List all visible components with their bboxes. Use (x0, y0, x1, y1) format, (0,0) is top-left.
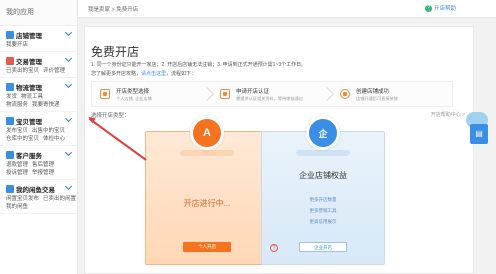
topbar: 我是卖家 > 免费开店 ? 开店帮助 (78, 0, 496, 18)
sidebar-group-store[interactable]: 店铺管理 我要开店 (0, 26, 77, 52)
sidebar-item-sold[interactable]: 已卖出的宝贝 (6, 68, 39, 74)
help-center-link[interactable]: 开店帮助中心 > (431, 111, 465, 118)
sidebar-item-checkup[interactable]: 体检中心 (43, 136, 65, 142)
benefit-item: 更高信用展示 (309, 219, 337, 224)
grid-icon (100, 89, 110, 99)
benefit-item: 更多营销工具 (309, 208, 337, 213)
sidebar-group-label: 宝贝管理 (16, 119, 42, 126)
breadcrumb[interactable]: 我是卖家 > 免费开店 (88, 5, 138, 13)
enterprise-store-button[interactable]: 企业开店 (299, 242, 347, 252)
step-title: 创建店铺成功 (356, 88, 390, 95)
step-1: 开店类型选择 个人店铺, 企业店铺 (92, 82, 215, 106)
sidebar-group-label: 我的闲鱼交易 (16, 187, 55, 194)
store-status: 开店进行中... (183, 199, 231, 208)
main-panel: 免费开店 1. 同一个身份证只能开一家店；2. 开店后店铺无法注销；3. 申请到… (84, 26, 474, 274)
store-icon (6, 31, 14, 39)
app-window: { "sidebar": { "title": "我的应用", "groups"… (0, 0, 496, 274)
step-title: 开店类型选择 (116, 88, 150, 95)
sidebar-group-label: 店铺管理 (16, 33, 42, 40)
sidebar-item-my-xianyu[interactable]: 我的闲鱼 (6, 204, 28, 210)
sidebar-group-service[interactable]: 客户服务 退款管理 售后管理 投诉管理 举报管理 (0, 146, 77, 180)
sidebar-item-open-store[interactable]: 我要开店 (6, 42, 28, 48)
intro-text: 1. 同一个身份证只能开一家店；2. 开店后店铺无法注销；3. 申请到正式开通预… (91, 62, 307, 68)
sidebar-group-logistics[interactable]: 物流管理 发货 物流工具 物流服务 我要寄快递 (0, 78, 77, 112)
personal-store-card[interactable]: A 开店进行中... 个人开店 (145, 116, 269, 265)
sidebar-item-logistics-tools[interactable]: 物流工具 (21, 94, 43, 100)
sidebar-item-refund[interactable]: 退款管理 (6, 162, 28, 168)
truck-icon (6, 83, 14, 91)
guide-link[interactable]: 请点击这里 (141, 71, 166, 77)
sidebar-group-trade[interactable]: 交易管理 已卖出的宝贝 评价管理 (0, 52, 77, 78)
intro-suffix: ，流程如下： (166, 71, 197, 77)
help-link[interactable]: ? 开店帮助 (424, 4, 456, 12)
sidebar-item-publish[interactable]: 发布宝贝 (6, 128, 28, 134)
step-sub: 店铺开通后可直接装修 (356, 95, 398, 101)
check-circle-icon (340, 89, 350, 99)
document-icon (220, 89, 230, 99)
service-icon (6, 151, 14, 159)
sidebar-group-label: 客户服务 (16, 153, 42, 160)
step-sub: 需提供认证相关资料，等待审核通过 (236, 95, 304, 101)
benefit-item: 更多开店数量 (309, 197, 337, 202)
intro-prefix: 您了解更多开店攻略， (91, 71, 142, 77)
sidebar-item-logistics-service[interactable]: 物流服务 (6, 102, 28, 108)
trade-icon (6, 57, 14, 65)
badge-shadow (180, 150, 234, 156)
sidebar-item-idle-publish[interactable]: 闲置宝贝发布 (6, 196, 39, 202)
sidebar-item-complaints[interactable]: 投诉管理 (6, 170, 28, 176)
process-steps: 开店类型选择 个人店铺, 企业店铺 申请开店认证 需提供认证相关资料，等待审核通过 … (91, 81, 453, 107)
select-type-label: 选择开店类型： (91, 113, 130, 119)
sidebar-item-on-sale[interactable]: 出售中的宝贝 (32, 128, 65, 134)
step-title: 申请开店认证 (236, 88, 270, 95)
enterprise-title: 企业店铺权益 (299, 171, 347, 180)
sidebar-item-reports[interactable]: 举报管理 (32, 170, 54, 176)
sidebar-item-reviews[interactable]: 评价管理 (43, 68, 65, 74)
sidebar-item-warehouse[interactable]: 仓库中的宝贝 (6, 136, 39, 142)
intro-text-2: 您了解更多开店攻略，请点击这里，流程如下： (91, 70, 196, 77)
sidebar-group-xianyu[interactable]: 我的闲鱼交易 闲置宝贝发布 已卖出的闲置 我的闲鱼 (0, 180, 77, 214)
fish-icon (6, 185, 14, 193)
sidebar-item-ship[interactable]: 发货 (6, 94, 17, 100)
step-sub: 个人店铺, 企业店铺 (116, 95, 152, 101)
help-label: 开店帮助 (433, 6, 456, 12)
help-icon: ? (424, 4, 432, 12)
step-3: 创建店铺成功 店铺开通后可直接装修 (332, 82, 452, 106)
benefits-list: 更多开店数量 更多营销工具 更高信用展示 (262, 194, 384, 227)
sidebar-group-label: 交易管理 (16, 59, 42, 66)
person-icon: A (190, 116, 224, 150)
page-title: 免费开店 (91, 45, 140, 59)
badge-shadow (296, 150, 350, 156)
sidebar-item-express[interactable]: 我要寄快递 (32, 102, 60, 108)
step-2: 申请开店认证 需提供认证相关资料，等待审核通过 (212, 82, 335, 106)
sidebar-item-idle-sold[interactable]: 已卖出的闲置 (43, 196, 76, 202)
goods-icon (6, 117, 14, 125)
feedback-icon[interactable]: ▤ (470, 124, 488, 144)
sidebar-title: 我的应用 (0, 0, 77, 26)
personal-store-button[interactable]: 个人开店 (183, 242, 231, 252)
sidebar: 我的应用 店铺管理 我要开店 交易管理 已卖出的宝贝 评价管理 物流管理 发货 物流… (0, 0, 78, 274)
enterprise-icon: 企 (306, 116, 340, 150)
info-icon[interactable]: ? (270, 244, 278, 252)
sidebar-group-items[interactable]: 宝贝管理 发布宝贝 出售中的宝贝 仓库中的宝贝 体检中心 (0, 112, 77, 146)
sidebar-item-aftersale[interactable]: 售后管理 (32, 162, 54, 168)
sidebar-group-label: 物流管理 (16, 85, 42, 92)
enterprise-store-card[interactable]: 企 企业店铺权益 更多开店数量 更多营销工具 更高信用展示 ? 企业开店 (261, 116, 385, 265)
